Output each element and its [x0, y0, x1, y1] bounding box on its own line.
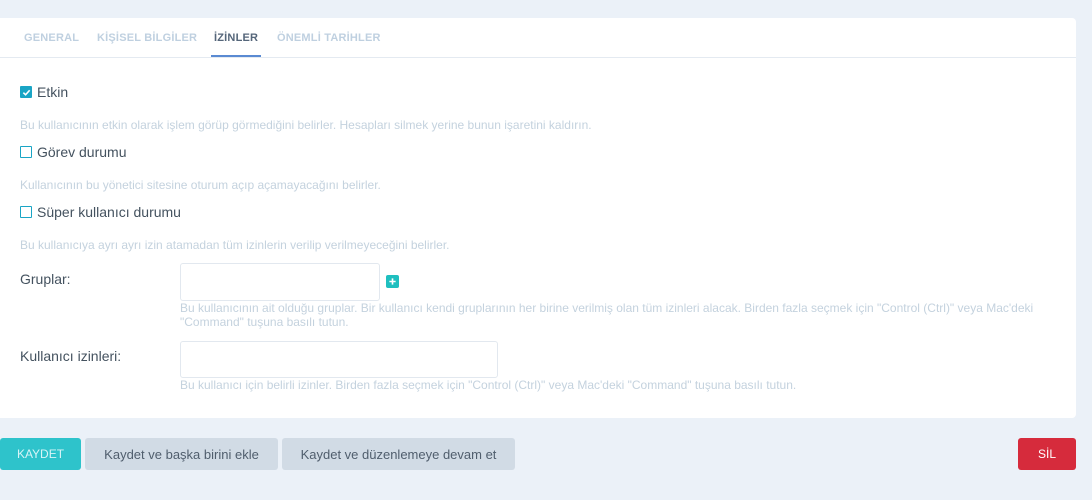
superuser-checkbox[interactable]	[20, 206, 32, 218]
active-checkbox[interactable]	[20, 86, 32, 98]
staff-checkbox-row[interactable]: Görev durumu	[20, 144, 126, 160]
tab-permissions[interactable]: İZİNLER	[214, 32, 258, 44]
groups-help-text: Bu kullanıcının ait olduğu gruplar. Bir …	[180, 301, 1034, 329]
tab-personal-info[interactable]: KİŞİSEL BİLGİLER	[97, 32, 197, 44]
check-icon	[22, 89, 30, 96]
active-tab-indicator	[211, 55, 261, 57]
permissions-card: GENERAL KİŞİSEL BİLGİLER İZİNLER ÖNEMLİ …	[0, 18, 1076, 418]
save-button[interactable]: KAYDET	[0, 438, 81, 470]
groups-label: Gruplar:	[20, 271, 71, 287]
user-permissions-select[interactable]	[180, 341, 498, 378]
active-label: Etkin	[37, 84, 69, 100]
superuser-label: Süper kullanıcı durumu	[37, 204, 181, 220]
staff-label: Görev durumu	[37, 144, 127, 160]
user-permissions-label: Kullanıcı izinleri:	[20, 348, 122, 364]
groups-select[interactable]	[180, 263, 380, 301]
save-continue-button[interactable]: Kaydet ve düzenlemeye devam et	[282, 438, 515, 470]
active-help-text: Bu kullanıcının etkin olarak işlem görüp…	[20, 118, 592, 132]
superuser-help-text: Bu kullanıcıya ayrı ayrı izin atamadan t…	[20, 238, 450, 252]
tab-bar: GENERAL KİŞİSEL BİLGİLER İZİNLER ÖNEMLİ …	[0, 18, 1076, 58]
user-permissions-help-text: Bu kullanıcı için belirli izinler. Birde…	[180, 378, 797, 392]
delete-button[interactable]: SİL	[1018, 438, 1076, 470]
active-checkbox-row[interactable]: Etkin	[20, 84, 68, 100]
tab-general[interactable]: GENERAL	[24, 32, 79, 44]
staff-checkbox[interactable]	[20, 146, 32, 158]
add-group-button[interactable]	[386, 275, 399, 288]
superuser-checkbox-row[interactable]: Süper kullanıcı durumu	[20, 204, 181, 220]
staff-help-text: Kullanıcının bu yönetici sitesine oturum…	[20, 178, 381, 192]
tab-important-dates[interactable]: ÖNEMLİ TARİHLER	[277, 32, 381, 44]
save-add-another-button[interactable]: Kaydet ve başka birini ekle	[85, 438, 278, 470]
save-button-label: KAYDET	[16, 447, 65, 461]
plus-icon	[389, 278, 396, 285]
